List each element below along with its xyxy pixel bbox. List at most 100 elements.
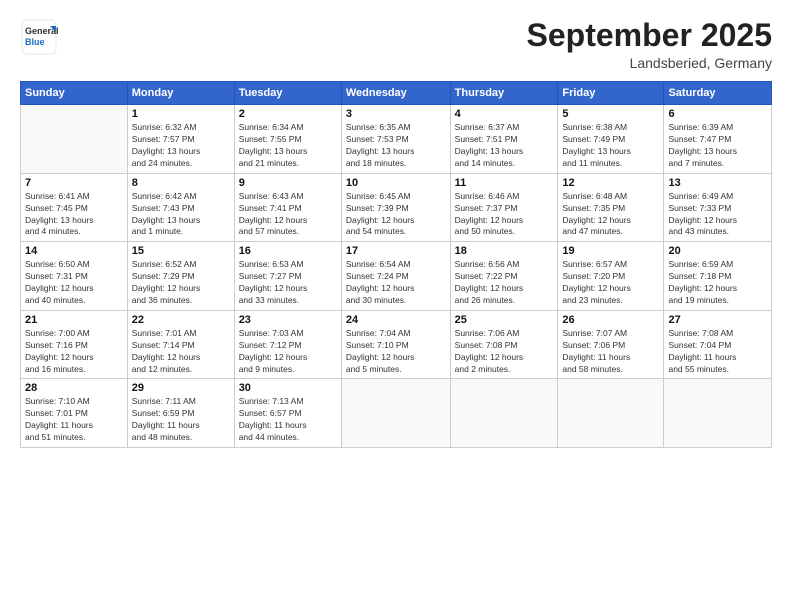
day-info: Sunrise: 6:57 AMSunset: 7:20 PMDaylight:…: [562, 259, 659, 307]
day-cell: 28 Sunrise: 7:10 AMSunset: 7:01 PMDayligh…: [21, 379, 128, 448]
day-number: 16: [239, 245, 337, 257]
day-cell: 12Sunrise: 6:48 AMSunset: 7:35 PMDayligh…: [558, 173, 664, 242]
day-cell: [664, 379, 772, 448]
day-cell: 24 Sunrise: 7:04 AMSunset: 7:10 PMDayligh…: [341, 310, 450, 379]
day-cell: 16 Sunrise: 6:53 AMSunset: 7:27 PMDayligh…: [234, 242, 341, 311]
day-cell: 17 Sunrise: 6:54 AMSunset: 7:24 PMDayligh…: [341, 242, 450, 311]
day-number: 30: [239, 382, 337, 394]
day-number: 3: [346, 108, 446, 120]
day-cell: 25 Sunrise: 7:06 AMSunset: 7:08 PMDayligh…: [450, 310, 558, 379]
day-cell: 13 Sunrise: 6:49 AMSunset: 7:33 PMDayligh…: [664, 173, 772, 242]
day-number: 11: [455, 177, 554, 189]
day-number: 10: [346, 177, 446, 189]
week-row-4: 28 Sunrise: 7:10 AMSunset: 7:01 PMDayligh…: [21, 379, 772, 448]
day-info: Sunrise: 6:43 AMSunset: 7:41 PMDaylight:…: [239, 191, 337, 239]
day-info: Sunrise: 7:13 AMSunset: 6:57 PMDaylight:…: [239, 396, 337, 444]
day-cell: [450, 379, 558, 448]
day-info: Sunrise: 6:38 AMSunset: 7:49 PMDaylight:…: [562, 122, 659, 170]
weekday-saturday: Saturday: [664, 82, 772, 105]
weekday-wednesday: Wednesday: [341, 82, 450, 105]
day-cell: 10 Sunrise: 6:45 AMSunset: 7:39 PMDayligh…: [341, 173, 450, 242]
day-number: 18: [455, 245, 554, 257]
day-info: Sunrise: 6:41 AMSunset: 7:45 PMDaylight:…: [25, 191, 123, 239]
day-info: Sunrise: 6:42 AMSunset: 7:43 PMDaylight:…: [132, 191, 230, 239]
week-row-0: 1 Sunrise: 6:32 AMSunset: 7:57 PMDaylight…: [21, 105, 772, 174]
day-number: 23: [239, 314, 337, 326]
week-row-3: 21Sunrise: 7:00 AMSunset: 7:16 PMDayligh…: [21, 310, 772, 379]
day-info: Sunrise: 6:48 AMSunset: 7:35 PMDaylight:…: [562, 191, 659, 239]
day-cell: 6 Sunrise: 6:39 AMSunset: 7:47 PMDaylight…: [664, 105, 772, 174]
day-number: 14: [25, 245, 123, 257]
logo-icon: General Blue: [20, 18, 58, 56]
day-cell: 15Sunrise: 6:52 AMSunset: 7:29 PMDayligh…: [127, 242, 234, 311]
calendar-table: SundayMondayTuesdayWednesdayThursdayFrid…: [20, 81, 772, 448]
day-cell: 30 Sunrise: 7:13 AMSunset: 6:57 PMDayligh…: [234, 379, 341, 448]
weekday-thursday: Thursday: [450, 82, 558, 105]
day-cell: 11 Sunrise: 6:46 AMSunset: 7:37 PMDayligh…: [450, 173, 558, 242]
week-row-2: 14 Sunrise: 6:50 AMSunset: 7:31 PMDayligh…: [21, 242, 772, 311]
day-info: Sunrise: 6:59 AMSunset: 7:18 PMDaylight:…: [668, 259, 767, 307]
day-info: Sunrise: 7:10 AMSunset: 7:01 PMDaylight:…: [25, 396, 123, 444]
day-info: Sunrise: 7:03 AMSunset: 7:12 PMDaylight:…: [239, 328, 337, 376]
day-number: 25: [455, 314, 554, 326]
day-cell: 29Sunrise: 7:11 AMSunset: 6:59 PMDayligh…: [127, 379, 234, 448]
day-cell: 21Sunrise: 7:00 AMSunset: 7:16 PMDayligh…: [21, 310, 128, 379]
day-info: Sunrise: 6:49 AMSunset: 7:33 PMDaylight:…: [668, 191, 767, 239]
logo: General Blue: [20, 18, 58, 61]
weekday-friday: Friday: [558, 82, 664, 105]
day-info: Sunrise: 6:39 AMSunset: 7:47 PMDaylight:…: [668, 122, 767, 170]
day-info: Sunrise: 7:11 AMSunset: 6:59 PMDaylight:…: [132, 396, 230, 444]
day-number: 28: [25, 382, 123, 394]
day-number: 1: [132, 108, 230, 120]
day-number: 24: [346, 314, 446, 326]
day-number: 5: [562, 108, 659, 120]
day-cell: 14 Sunrise: 6:50 AMSunset: 7:31 PMDayligh…: [21, 242, 128, 311]
day-cell: 9 Sunrise: 6:43 AMSunset: 7:41 PMDaylight…: [234, 173, 341, 242]
title-block: September 2025 Landsberied, Germany: [527, 18, 772, 71]
day-cell: 20Sunrise: 6:59 AMSunset: 7:18 PMDayligh…: [664, 242, 772, 311]
month-title: September 2025: [527, 18, 772, 53]
location: Landsberied, Germany: [527, 55, 772, 71]
day-info: Sunrise: 6:54 AMSunset: 7:24 PMDaylight:…: [346, 259, 446, 307]
day-cell: [558, 379, 664, 448]
day-cell: 7Sunrise: 6:41 AMSunset: 7:45 PMDaylight…: [21, 173, 128, 242]
day-cell: 3Sunrise: 6:35 AMSunset: 7:53 PMDaylight…: [341, 105, 450, 174]
day-cell: 19 Sunrise: 6:57 AMSunset: 7:20 PMDayligh…: [558, 242, 664, 311]
day-info: Sunrise: 7:04 AMSunset: 7:10 PMDaylight:…: [346, 328, 446, 376]
week-row-1: 7Sunrise: 6:41 AMSunset: 7:45 PMDaylight…: [21, 173, 772, 242]
day-cell: 23 Sunrise: 7:03 AMSunset: 7:12 PMDayligh…: [234, 310, 341, 379]
day-info: Sunrise: 6:50 AMSunset: 7:31 PMDaylight:…: [25, 259, 123, 307]
weekday-header-row: SundayMondayTuesdayWednesdayThursdayFrid…: [21, 82, 772, 105]
day-info: Sunrise: 7:01 AMSunset: 7:14 PMDaylight:…: [132, 328, 230, 376]
day-info: Sunrise: 6:46 AMSunset: 7:37 PMDaylight:…: [455, 191, 554, 239]
day-info: Sunrise: 6:37 AMSunset: 7:51 PMDaylight:…: [455, 122, 554, 170]
day-number: 8: [132, 177, 230, 189]
day-number: 9: [239, 177, 337, 189]
day-number: 26: [562, 314, 659, 326]
day-number: 19: [562, 245, 659, 257]
day-info: Sunrise: 6:32 AMSunset: 7:57 PMDaylight:…: [132, 122, 230, 170]
day-cell: 5 Sunrise: 6:38 AMSunset: 7:49 PMDaylight…: [558, 105, 664, 174]
day-cell: 2Sunrise: 6:34 AMSunset: 7:55 PMDaylight…: [234, 105, 341, 174]
svg-text:Blue: Blue: [25, 37, 45, 47]
day-info: Sunrise: 6:34 AMSunset: 7:55 PMDaylight:…: [239, 122, 337, 170]
weekday-tuesday: Tuesday: [234, 82, 341, 105]
weekday-monday: Monday: [127, 82, 234, 105]
day-info: Sunrise: 6:45 AMSunset: 7:39 PMDaylight:…: [346, 191, 446, 239]
day-cell: 4Sunrise: 6:37 AMSunset: 7:51 PMDaylight…: [450, 105, 558, 174]
day-cell: 26Sunrise: 7:07 AMSunset: 7:06 PMDayligh…: [558, 310, 664, 379]
day-number: 13: [668, 177, 767, 189]
day-cell: 22Sunrise: 7:01 AMSunset: 7:14 PMDayligh…: [127, 310, 234, 379]
day-info: Sunrise: 7:06 AMSunset: 7:08 PMDaylight:…: [455, 328, 554, 376]
weekday-sunday: Sunday: [21, 82, 128, 105]
day-cell: 18 Sunrise: 6:56 AMSunset: 7:22 PMDayligh…: [450, 242, 558, 311]
day-number: 21: [25, 314, 123, 326]
day-cell: [341, 379, 450, 448]
day-number: 15: [132, 245, 230, 257]
day-number: 6: [668, 108, 767, 120]
day-info: Sunrise: 6:56 AMSunset: 7:22 PMDaylight:…: [455, 259, 554, 307]
day-info: Sunrise: 7:08 AMSunset: 7:04 PMDaylight:…: [668, 328, 767, 376]
day-number: 17: [346, 245, 446, 257]
day-info: Sunrise: 6:53 AMSunset: 7:27 PMDaylight:…: [239, 259, 337, 307]
day-cell: 27Sunrise: 7:08 AMSunset: 7:04 PMDayligh…: [664, 310, 772, 379]
